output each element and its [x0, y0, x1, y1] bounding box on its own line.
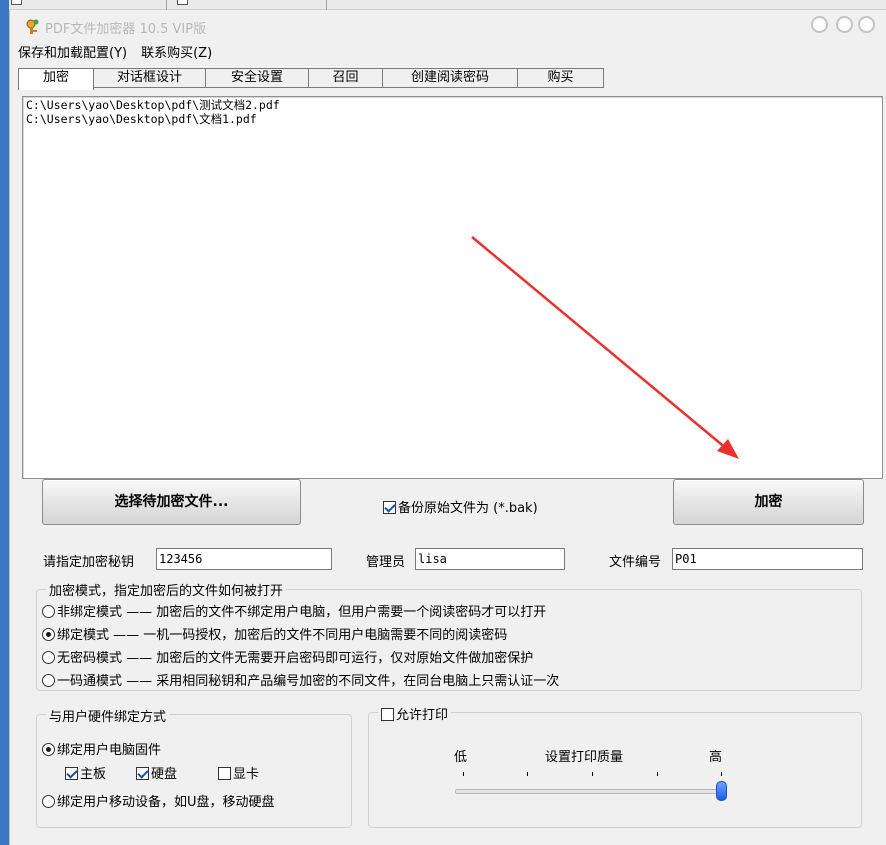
mode-option-label: 一码通模式 —— 采用相同秘钥和产品编号加密的不同文件，在同台电脑上只需认证一次 [57, 674, 560, 689]
minimize-button[interactable] [811, 16, 828, 33]
print-group [368, 712, 862, 828]
key-input[interactable]: 123456 [156, 548, 332, 570]
key-label: 请指定加密秘钥 [43, 555, 135, 570]
bind-pc-label: 绑定用户电脑固件 [57, 743, 162, 758]
encrypt-mode-legend: 加密模式，指定加密后的文件如何被打开 [46, 580, 287, 599]
allow-print-option[interactable]: 允许打印 [378, 704, 452, 723]
tab-purchase[interactable]: 购买 [518, 68, 604, 88]
radio-button[interactable] [42, 795, 55, 808]
file-number-input[interactable]: P01 [672, 548, 863, 570]
slider-thumb[interactable] [716, 781, 727, 801]
radio-button[interactable] [42, 674, 55, 687]
mode-option-label: 绑定模式 —— 一机一码授权，加密后的文件不同用户电脑需要不同的阅读密码 [57, 628, 508, 643]
radio-button[interactable] [42, 605, 55, 618]
title-bar[interactable]: PDF文件加密器 10.5 VIP版 [10, 10, 886, 40]
tab-dialog-design[interactable]: 对话框设计 [94, 68, 206, 88]
background-window-strip [9, 0, 886, 10]
file-number-label: 文件编号 [609, 555, 662, 570]
background-checkbox [177, 0, 188, 5]
mode-option-no-password[interactable]: 无密码模式 —— 加密后的文件无需要开启密码即可运行，仅对原始文件做加密保护 [42, 647, 533, 666]
menu-bar: 保存和加载配置(Y) 联系购买(Z) [18, 42, 212, 62]
tab-security-settings[interactable]: 安全设置 [206, 68, 309, 88]
slider-tick [463, 772, 464, 776]
close-button[interactable] [858, 16, 875, 33]
taskbar-strip [0, 0, 9, 845]
list-item[interactable]: C:\Users\yao\Desktop\pdf\文档1.pdf [26, 112, 879, 126]
checkbox[interactable] [65, 767, 78, 780]
menu-contact-purchase[interactable]: 联系购买(Z) [141, 42, 212, 62]
mode-option-unbound[interactable]: 非绑定模式 —— 加密后的文件不绑定用户电脑，但用户需要一个阅读密码才可以打开 [42, 601, 546, 620]
print-quality-low-label: 低 [454, 750, 468, 765]
tab-encrypt[interactable]: 加密 [18, 68, 94, 90]
mode-option-label: 非绑定模式 —— 加密后的文件不绑定用户电脑，但用户需要一个阅读密码才可以打开 [57, 605, 547, 620]
radio-button[interactable] [42, 743, 55, 756]
select-files-button[interactable]: 选择待加密文件... [42, 479, 301, 525]
background-checkbox [11, 0, 22, 5]
encrypt-button[interactable]: 加密 [673, 479, 864, 525]
app-window: PDF文件加密器 10.5 VIP版 保存和加载配置(Y) 联系购买(Z) 加密… [9, 10, 886, 845]
maximize-button[interactable] [836, 16, 853, 33]
graphics-card-label: 显卡 [233, 767, 260, 782]
motherboard-option[interactable]: 主板 [65, 763, 106, 782]
background-divider [326, 0, 327, 10]
print-quality-slider[interactable] [455, 789, 720, 794]
file-list[interactable]: C:\Users\yao\Desktop\pdf\测试文档2.pdf C:\Us… [22, 96, 883, 479]
tab-recall[interactable]: 召回 [309, 68, 383, 88]
mode-option-bound[interactable]: 绑定模式 —— 一机一码授权，加密后的文件不同用户电脑需要不同的阅读密码 [42, 624, 507, 643]
admin-input[interactable]: lisa [415, 548, 565, 570]
menu-save-load-config[interactable]: 保存和加载配置(Y) [18, 42, 127, 62]
background-divider [166, 0, 167, 10]
radio-button[interactable] [42, 651, 55, 664]
tab-create-read-password[interactable]: 创建阅读密码 [383, 68, 518, 88]
slider-tick [657, 772, 658, 776]
tab-bar: 加密 对话框设计 安全设置 召回 创建阅读密码 购买 [18, 68, 604, 90]
motherboard-label: 主板 [80, 767, 107, 782]
window-title: PDF文件加密器 10.5 VIP版 [45, 22, 207, 37]
graphics-card-option[interactable]: 显卡 [218, 763, 259, 782]
list-item[interactable]: C:\Users\yao\Desktop\pdf\测试文档2.pdf [26, 98, 879, 112]
app-logo-icon [26, 19, 39, 34]
harddisk-option[interactable]: 硬盘 [136, 763, 177, 782]
allow-print-checkbox[interactable] [381, 708, 394, 721]
bind-mobile-label: 绑定用户移动设备，如U盘，移动硬盘 [57, 795, 275, 810]
checkbox[interactable] [136, 767, 149, 780]
backup-checkbox[interactable] [383, 501, 396, 514]
checkbox[interactable] [218, 767, 231, 780]
bind-pc-option[interactable]: 绑定用户电脑固件 [42, 739, 161, 758]
mode-option-one-code[interactable]: 一码通模式 —— 采用相同秘钥和产品编号加密的不同文件，在同台电脑上只需认证一次 [42, 670, 559, 689]
allow-print-label: 允许打印 [396, 708, 449, 723]
harddisk-label: 硬盘 [151, 767, 178, 782]
bind-mobile-option[interactable]: 绑定用户移动设备，如U盘，移动硬盘 [42, 791, 275, 810]
hardware-binding-legend: 与用户硬件绑定方式 [46, 706, 170, 725]
slider-tick [592, 772, 593, 776]
backup-label: 备份原始文件为 (*.bak) [398, 501, 538, 516]
mode-option-label: 无密码模式 —— 加密后的文件无需要开启密码即可运行，仅对原始文件做加密保护 [57, 651, 534, 666]
admin-label: 管理员 [366, 555, 406, 570]
slider-tick [721, 772, 722, 776]
print-quality-high-label: 高 [709, 750, 723, 765]
print-quality-title: 设置打印质量 [545, 750, 624, 765]
radio-button[interactable] [42, 628, 55, 641]
backup-option[interactable]: 备份原始文件为 (*.bak) [383, 497, 538, 516]
slider-tick [527, 772, 528, 776]
